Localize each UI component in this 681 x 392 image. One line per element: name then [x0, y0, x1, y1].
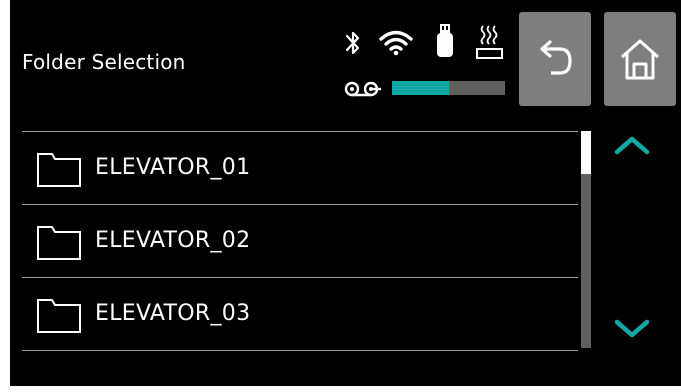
- home-button[interactable]: [604, 12, 676, 106]
- tape-reel-icon: [344, 81, 381, 97]
- folder-list: ELEVATOR_01 ELEVATOR_02 ELEVATOR_03: [22, 131, 578, 351]
- folder-item[interactable]: ELEVATOR_02: [22, 205, 578, 278]
- scroll-up-button[interactable]: [610, 128, 654, 164]
- device-screen: Folder Selection ELEVATOR_01 ELEVATOR_02…: [10, 0, 681, 386]
- folder-icon: [37, 153, 81, 187]
- folder-label: ELEVATOR_01: [95, 155, 251, 180]
- tape-level-fill: [392, 81, 449, 95]
- folder-icon: [37, 226, 81, 260]
- folder-label: ELEVATOR_02: [95, 228, 251, 253]
- chevron-down-icon: [614, 319, 650, 338]
- folder-item[interactable]: ELEVATOR_01: [22, 132, 578, 205]
- page-title: Folder Selection: [22, 50, 186, 74]
- tape-level-bar: [392, 81, 505, 95]
- chevron-up-icon: [614, 136, 650, 155]
- folder-icon: [37, 299, 81, 333]
- scrollbar-thumb[interactable]: [581, 131, 591, 174]
- heater-icon: [476, 25, 503, 59]
- scrollbar[interactable]: [581, 131, 591, 348]
- usb-drive-icon: [437, 24, 453, 57]
- bluetooth-icon: [345, 31, 360, 55]
- scroll-down-button[interactable]: [610, 312, 654, 348]
- back-button[interactable]: [519, 12, 591, 106]
- folder-label: ELEVATOR_03: [95, 301, 251, 326]
- back-arrow-icon: [540, 40, 572, 75]
- wifi-icon: [379, 30, 413, 56]
- folder-item[interactable]: ELEVATOR_03: [22, 278, 578, 351]
- home-icon: [621, 39, 659, 80]
